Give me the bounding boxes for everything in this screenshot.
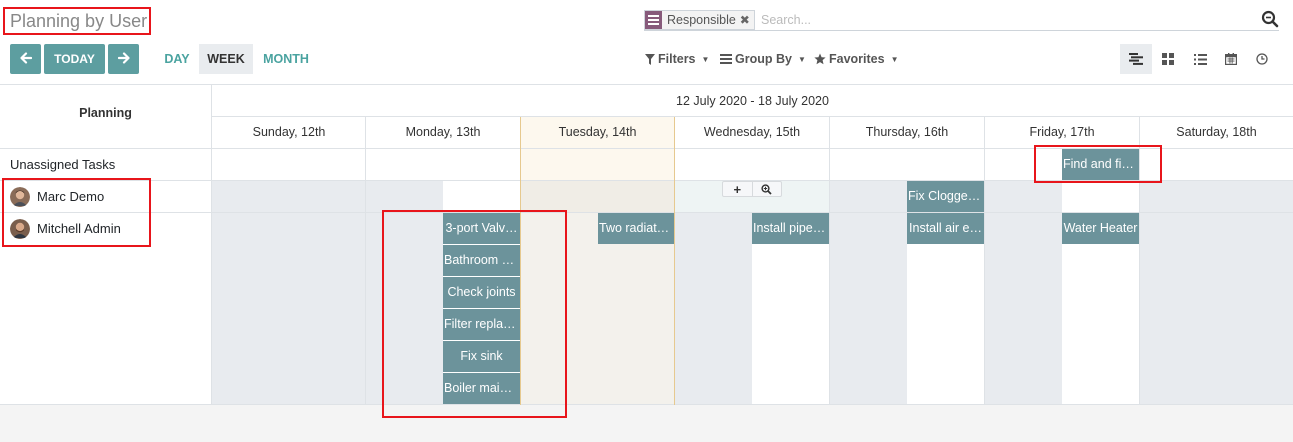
planning-header: Planning [79,106,132,120]
favorites-dropdown[interactable]: Favorites ▼ [814,52,899,66]
today-unavailable-cell [520,181,674,213]
calendar-view-button[interactable] [1215,44,1247,74]
column-divider [984,117,985,405]
filters-label: Filters [658,52,696,66]
date-range-label: 12 July 2020 - 18 July 2020 [676,94,829,108]
avatar [10,218,30,239]
day-header: Thursday, 16th [865,125,949,139]
column-divider [1139,117,1140,405]
task-pill[interactable]: Bathroom v… [443,245,520,276]
caret-down-icon: ▼ [701,54,710,64]
star-icon [814,53,826,65]
groupby-label: Group By [735,52,792,66]
kanban-view-button[interactable] [1152,44,1184,74]
column-divider [365,117,366,405]
activity-view-button[interactable] [1246,44,1278,74]
arrow-right-icon [117,51,130,67]
header-divider [212,116,1293,117]
task-pill[interactable]: Two radiato… [598,213,674,244]
row-label-unassigned: Unassigned Tasks [10,149,115,180]
row-label-text: Marc Demo [37,189,105,204]
task-pill[interactable]: 3-port Valv… [443,213,520,244]
pill-separator [443,276,520,277]
scale-day-button[interactable]: DAY [155,44,199,74]
gantt-icon [1129,53,1143,65]
today-left-border [520,117,521,405]
day-header: Wednesday, 15th [703,125,801,139]
caret-down-icon: ▼ [890,54,899,64]
page-title: Planning by User [10,11,148,31]
task-pill[interactable]: Check joints [443,277,520,308]
avatar [10,186,30,207]
add-task-button[interactable]: + [723,182,753,197]
today-right-border [674,117,675,405]
row-label-text: Mitchell Admin [37,221,121,236]
task-pill[interactable]: Find and fix… [1062,149,1139,180]
today-button[interactable]: TODAY [44,44,105,74]
day-header: Monday, 13th [405,125,481,139]
favorites-label: Favorites [829,52,885,66]
search-facet[interactable]: Responsible ✖ [644,10,755,30]
unavailable-cell [984,213,1062,405]
bars-icon [720,54,732,64]
groupby-icon [645,11,662,29]
clock-icon [1256,53,1268,65]
pill-separator [443,340,520,341]
page-footer-area [0,405,1293,442]
search-icon[interactable] [1261,10,1279,28]
plan-existing-button[interactable] [753,182,782,196]
previous-button[interactable] [10,44,41,74]
row-divider [0,180,1293,181]
task-pill[interactable]: Filter replac… [443,309,520,340]
row-label-text: Unassigned Tasks [10,157,116,172]
task-pill[interactable]: Boiler main… [443,373,520,404]
arrow-left-icon [19,51,32,67]
task-pill[interactable]: Install pipel… [752,213,829,244]
row-label-marc-demo: Marc Demo [10,181,104,212]
filter-icon [645,53,655,65]
search-bar: Responsible ✖ [644,9,1279,31]
day-header: Sunday, 12th [252,125,326,139]
task-pill[interactable]: Install air e… [907,213,984,244]
search-input[interactable] [761,11,1241,29]
gantt-view-button[interactable] [1120,44,1152,74]
day-header-today: Tuesday, 14th [558,125,637,139]
available-cell [1062,181,1139,213]
kanban-icon [1162,53,1174,65]
search-facet-label: Responsible [667,13,736,27]
calendar-icon [1225,53,1237,65]
task-pill[interactable]: Water Heater [1062,213,1139,244]
gantt-top-border [0,84,1293,85]
filters-dropdown[interactable]: Filters ▼ [645,52,709,66]
cell-hover-buttons: + [722,181,782,197]
row-label-mitchell-admin: Mitchell Admin [10,213,121,244]
list-view-button[interactable] [1184,44,1216,74]
task-pill[interactable]: Fix sink [443,341,520,372]
unavailable-cell [212,213,443,405]
scale-month-button[interactable]: MONTH [253,44,319,74]
zoom-icon [761,183,772,195]
caret-down-icon: ▼ [797,54,806,64]
scale-week-button[interactable]: WEEK [199,44,253,74]
day-header: Saturday, 18th [1176,125,1257,139]
list-icon [1193,53,1207,65]
unavailable-cell [1139,213,1293,405]
pill-separator [443,308,520,309]
task-pill[interactable]: Fix Clogged… [907,181,984,212]
remove-facet-icon[interactable]: ✖ [740,11,754,29]
groupby-dropdown[interactable]: Group By ▼ [720,52,806,66]
unavailable-cell [829,213,907,405]
unavailable-cell [675,213,752,405]
next-button[interactable] [108,44,139,74]
pill-separator [443,244,520,245]
column-divider [829,117,830,405]
available-cell [443,181,520,213]
pill-separator [443,372,520,373]
day-header: Friday, 17th [1029,125,1095,139]
